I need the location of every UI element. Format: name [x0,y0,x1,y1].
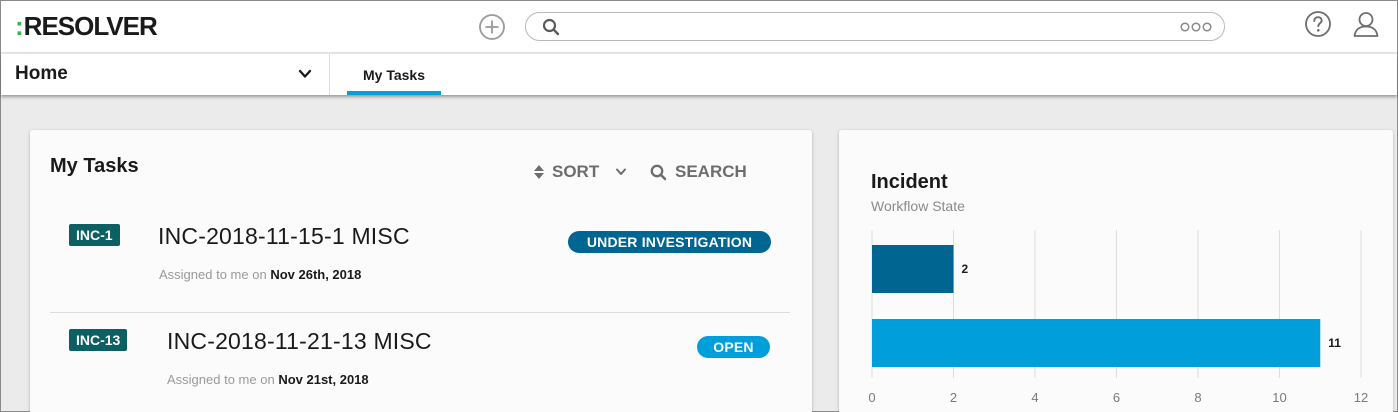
bar[interactable] [872,245,954,293]
status-badge: OPEN [697,336,770,358]
sort-icon [534,165,544,179]
x-tick-label: 10 [1272,390,1286,405]
search-input[interactable] [570,16,1170,38]
resolver-logo[interactable]: :RESOLVER [15,12,158,40]
incident-id-badge: INC-13 [69,329,128,351]
x-tick-label: 4 [1031,390,1038,405]
card-title: My Tasks [50,155,139,177]
chevron-down-icon [616,168,627,175]
search-icon [650,164,667,180]
tab-my-tasks[interactable]: My Tasks [347,54,441,95]
search-icon [542,18,560,36]
task-title[interactable]: INC-2018-11-21-13 MISC [167,328,432,355]
bar-value-label: 2 [962,262,969,276]
chevron-down-icon[interactable] [297,68,313,80]
my-tasks-card: My Tasks SORT SEARCH INC-1 INC-2018-11-1… [30,130,812,412]
add-icon[interactable] [478,13,506,41]
incident-bar-chart: 0 2 4 6 8 10 12 2 11 [868,230,1368,405]
bar[interactable] [872,319,1321,367]
incident-id-badge: INC-1 [69,224,120,246]
status-badge: UNDER INVESTIGATION [568,231,771,253]
global-search[interactable] [525,12,1225,41]
top-bar: :RESOLVER [1,1,1397,53]
help-icon[interactable] [1304,10,1332,38]
bar-value-label: 11 [1328,336,1341,350]
nav-divider [329,54,330,95]
task-row[interactable]: INC-13 INC-2018-11-21-13 MISC Assigned t… [30,315,812,412]
x-tick-label: 2 [950,390,957,405]
task-assigned-meta: Assigned to me on Nov 21st, 2018 [167,372,369,387]
nav-bar: Home My Tasks [1,54,1397,95]
row-divider [50,312,790,313]
task-row[interactable]: INC-1 INC-2018-11-15-1 MISC Assigned to … [30,210,812,310]
task-title[interactable]: INC-2018-11-15-1 MISC [158,223,410,250]
sort-button[interactable]: SORT [533,162,627,182]
incident-chart-card: Incident Workflow State 0 2 4 6 8 10 12 2 11 [839,130,1393,412]
x-tick-label: 12 [1354,390,1368,405]
x-tick-label: 6 [1113,390,1120,405]
user-icon[interactable] [1352,10,1380,38]
task-assigned-meta: Assigned to me on Nov 26th, 2018 [159,267,362,282]
x-tick-label: 8 [1194,390,1201,405]
search-button[interactable]: SEARCH [650,162,747,182]
more-options-icon[interactable] [1180,21,1212,33]
home-dropdown-label[interactable]: Home [15,63,68,85]
x-tick-label: 0 [868,390,875,405]
